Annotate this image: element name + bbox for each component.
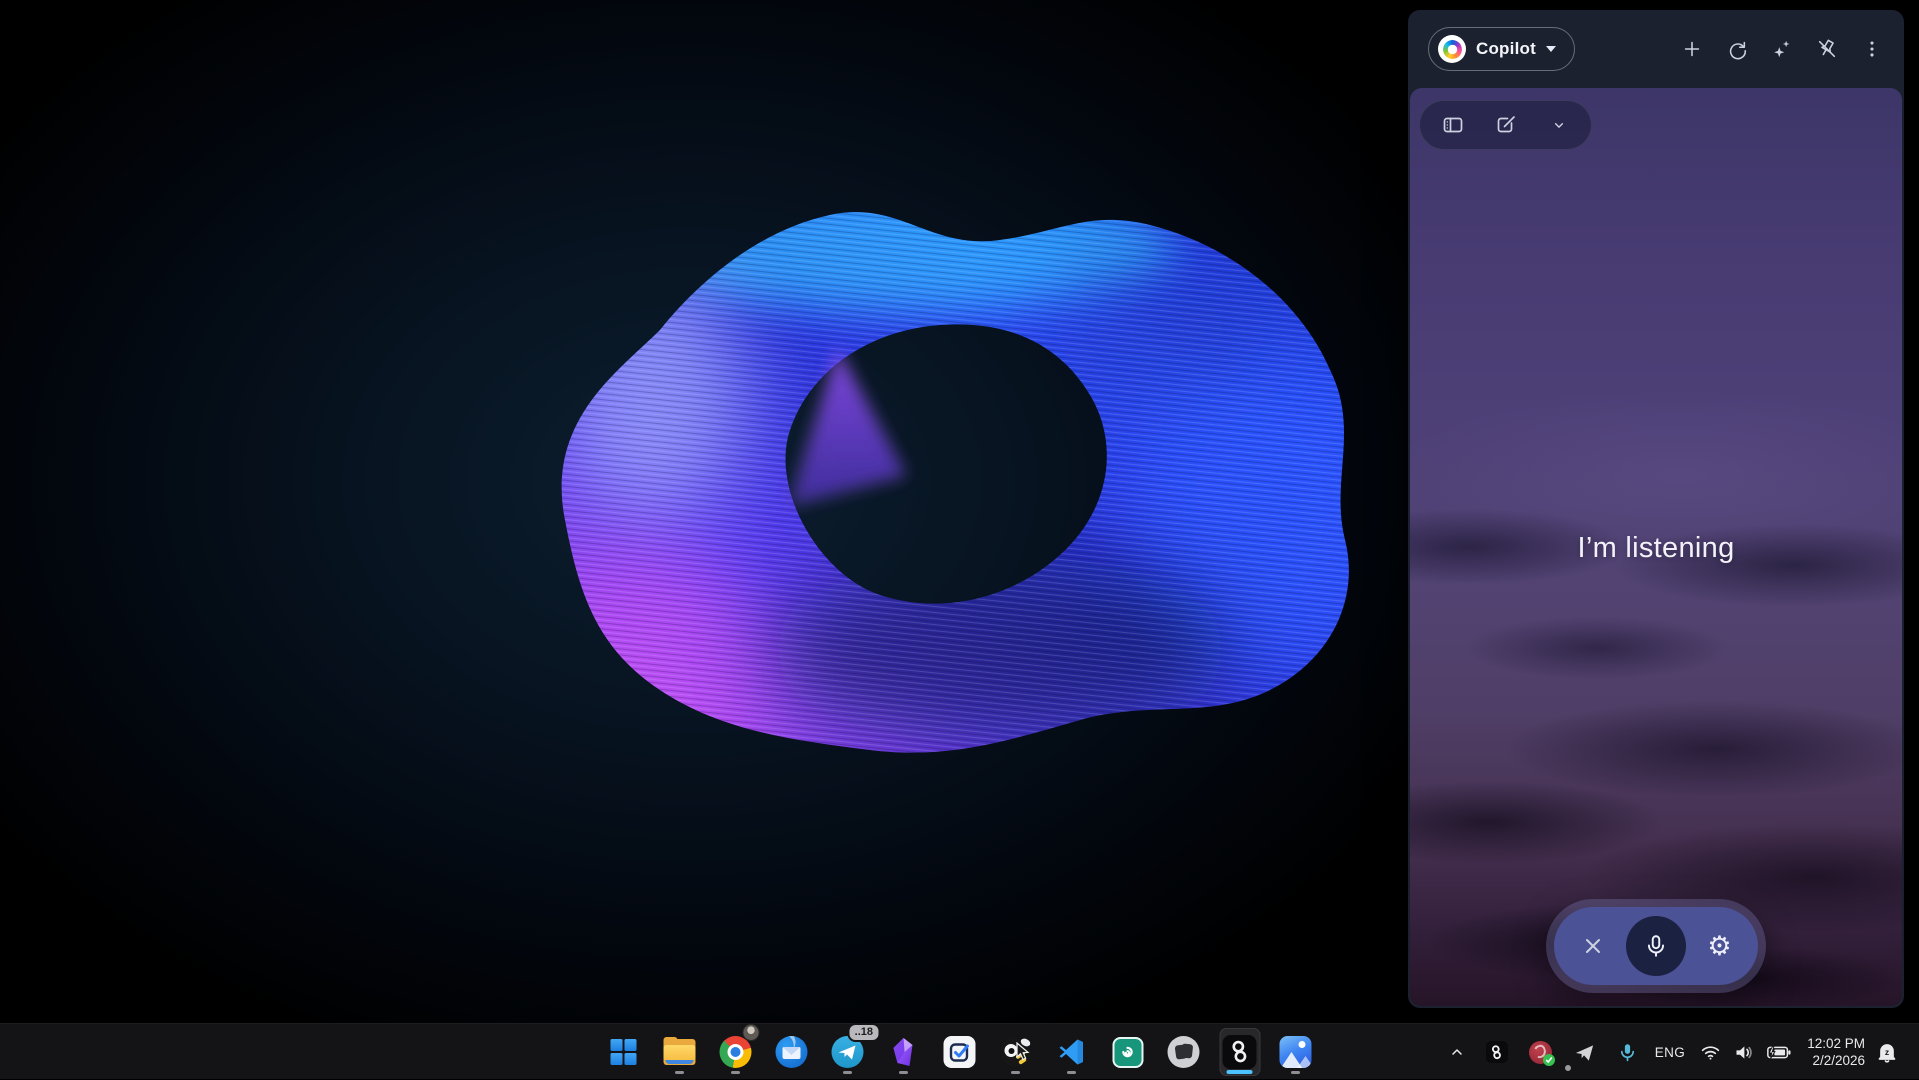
taskbar-app-telegram[interactable]: ..18 — [827, 1028, 868, 1076]
copilot-app-label: Copilot — [1476, 39, 1536, 59]
chevron-down-icon — [1546, 46, 1556, 52]
refresh-button[interactable] — [1720, 33, 1753, 66]
clock[interactable]: 12:02 PM 2/2/2026 — [1797, 1032, 1871, 1072]
gear-icon: ⚙ — [1707, 933, 1731, 960]
obsidian-icon — [889, 1037, 919, 1068]
running-indicator — [1067, 1071, 1076, 1074]
voice-controls-pill: ⚙ — [1554, 907, 1758, 985]
taskbar-app-launcher[interactable] — [1163, 1028, 1204, 1076]
language-code: ENG — [1655, 1045, 1685, 1060]
copilot-voice-area: I’m listening ⚙ — [1410, 88, 1902, 1006]
chrome-profile-avatar — [742, 1024, 759, 1041]
svg-text:z: z — [1885, 1047, 1889, 1057]
thunderbird-icon — [776, 1036, 808, 1068]
wifi-icon[interactable] — [1695, 1032, 1726, 1072]
sparkles-button[interactable] — [1765, 33, 1798, 66]
chevron-down-button[interactable] — [1542, 109, 1575, 142]
telegram-unread-badge: ..18 — [848, 1023, 880, 1042]
infinity-s-app-icon — [1223, 1035, 1257, 1069]
microphone-in-use-icon[interactable] — [1610, 1032, 1645, 1072]
file-explorer-icon — [664, 1039, 696, 1066]
taskbar-app-obsidian[interactable] — [883, 1028, 924, 1076]
running-indicator — [1291, 1071, 1300, 1074]
chrome-icon — [720, 1036, 752, 1068]
green-spiral-app-icon — [1112, 1037, 1143, 1068]
language-indicator[interactable]: ENG — [1645, 1032, 1695, 1072]
copilot-logo-icon — [1438, 35, 1466, 63]
taskbar-app-start[interactable] — [603, 1028, 644, 1076]
clock-time: 12:02 PM — [1807, 1035, 1865, 1052]
taskbar-app-file-explorer[interactable] — [659, 1028, 700, 1076]
taskbar-app-vscode[interactable] — [1051, 1028, 1092, 1076]
infinity-s-tray-icon[interactable] — [1479, 1032, 1515, 1072]
taskbar-app-chrome[interactable] — [715, 1028, 756, 1076]
copilot-header: Copilot — [1408, 10, 1904, 88]
running-indicator — [899, 1071, 908, 1074]
close-voice-button[interactable] — [1576, 930, 1609, 963]
active-indicator — [1227, 1070, 1253, 1074]
sidebar-toggle-button[interactable] — [1436, 109, 1469, 142]
taskbar-app-thunderbird[interactable] — [771, 1028, 812, 1076]
running-indicator — [1011, 1071, 1020, 1074]
running-indicator — [731, 1071, 740, 1074]
antivirus-tray-icon[interactable] — [1522, 1032, 1559, 1072]
new-conversation-button[interactable] — [1675, 33, 1708, 66]
taskbar-app-photos[interactable] — [1275, 1028, 1316, 1076]
taskbar-center-icons: ..18 — [603, 1024, 1316, 1080]
mouse-cursor — [1016, 1042, 1031, 1067]
windows-start-icon — [610, 1039, 637, 1066]
unpin-button[interactable] — [1810, 33, 1843, 66]
photos-icon — [1280, 1036, 1312, 1068]
focus-assist-bell-icon[interactable]: z — [1871, 1032, 1903, 1072]
voice-controls-container: ⚙ — [1546, 899, 1766, 993]
vscode-icon — [1057, 1037, 1087, 1067]
conversation-toolbar — [1419, 100, 1592, 150]
microphone-button[interactable] — [1626, 916, 1686, 976]
running-indicator — [843, 1071, 852, 1074]
voice-settings-button[interactable]: ⚙ — [1703, 930, 1736, 963]
copilot-panel: Copilot — [1408, 10, 1904, 1008]
launcher-app-icon — [1168, 1036, 1200, 1068]
telegram-tray-icon[interactable] — [1566, 1032, 1603, 1072]
more-options-button[interactable] — [1855, 33, 1888, 66]
wallpaper-torus-art — [0, 0, 1408, 1023]
running-indicator — [675, 1071, 684, 1074]
taskbar-app-infinity-s[interactable] — [1219, 1028, 1260, 1076]
new-chat-button[interactable] — [1489, 109, 1522, 142]
taskbar-app-green-spiral[interactable] — [1107, 1028, 1148, 1076]
listening-status-text: I’m listening — [1410, 532, 1902, 565]
clock-date: 2/2/2026 — [1807, 1052, 1865, 1069]
system-tray: ENG — [1442, 1024, 1919, 1080]
hidden-icons-button[interactable] — [1442, 1032, 1472, 1072]
copilot-header-actions — [1675, 33, 1888, 66]
volume-icon[interactable] — [1728, 1032, 1759, 1072]
taskbar: ..18 — [0, 1023, 1919, 1079]
copilot-app-selector[interactable]: Copilot — [1428, 27, 1575, 71]
ticktick-icon — [944, 1036, 976, 1068]
battery-charging-icon[interactable] — [1761, 1032, 1797, 1072]
taskbar-app-ticktick[interactable] — [939, 1028, 980, 1076]
